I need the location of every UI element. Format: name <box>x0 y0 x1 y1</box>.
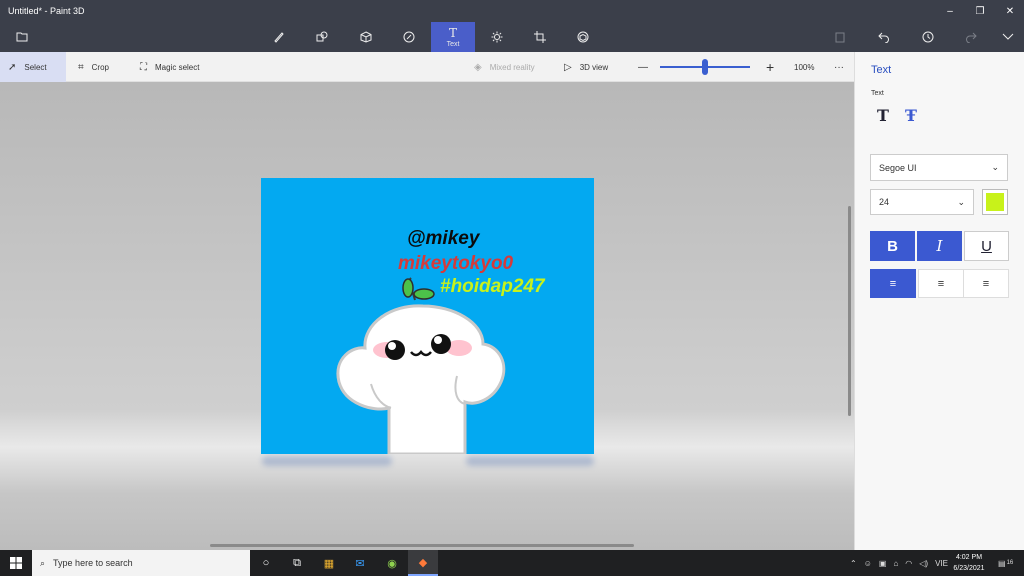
sticker-character <box>336 277 506 454</box>
clock-time: 4:02 PM <box>955 554 983 561</box>
canvas-text-mikey[interactable]: @mikey <box>407 228 479 250</box>
cursor-icon: ➚ <box>8 61 17 73</box>
store-icon[interactable]: ▦ <box>314 550 344 576</box>
2d-shapes-icon[interactable] <box>302 22 342 52</box>
expand-icon[interactable] <box>988 22 1024 52</box>
align-center-button[interactable]: ≡ <box>918 269 964 298</box>
text-icon: T <box>448 26 457 40</box>
history-icon[interactable] <box>908 22 948 52</box>
crop-label: Crop <box>91 62 109 72</box>
align-right-button[interactable]: ≡ <box>963 269 1009 298</box>
bold-button[interactable]: B <box>870 231 915 261</box>
select-label: Select <box>24 62 47 72</box>
text-panel: Text Text T Ŧ <box>854 52 1024 550</box>
security-icon[interactable]: ▣ <box>879 559 887 568</box>
font-value: Segoe UI <box>879 162 917 173</box>
menu-folder-icon[interactable] <box>2 22 42 52</box>
people-icon[interactable]: ☺ <box>864 559 872 568</box>
zoom-slider-thumb[interactable] <box>702 59 708 75</box>
text-color-fill <box>986 193 1004 211</box>
task-view-icon[interactable]: ⧉ <box>282 550 312 576</box>
effects-icon[interactable] <box>477 22 517 52</box>
network-icon[interactable]: ⌂ <box>893 559 898 568</box>
wifi-icon[interactable]: ◠ <box>905 559 912 568</box>
volume-icon[interactable]: ◁) <box>919 559 928 568</box>
canvas-icon[interactable] <box>520 22 560 52</box>
canvas-shadow-right <box>466 456 594 466</box>
more-options-button[interactable]: ··· <box>826 52 852 82</box>
stickers-icon[interactable] <box>389 22 429 52</box>
drawing-canvas[interactable]: @mikey mikeytokyo0 #hoidap247 <box>261 178 594 454</box>
system-tray: ⌃ ☺ ▣ ⌂ ◠ ◁) VIE <box>850 550 948 576</box>
taskbar: ⌕ Type here to search ○ ⧉ ▦ ✉ ◉ ◆ ⌃ ☺ ▣ … <box>0 550 1024 576</box>
3d-view-icon: ▷ <box>564 61 572 73</box>
underline-button[interactable]: U <box>964 231 1009 261</box>
taskbar-search[interactable]: ⌕ Type here to search <box>32 550 250 576</box>
canvas-shadow-left <box>262 456 392 466</box>
crop-button[interactable]: ⌗ Crop <box>70 52 117 82</box>
panel-subtitle: Text <box>871 90 884 97</box>
3d-shapes-icon[interactable] <box>346 22 386 52</box>
panel-title: Text <box>871 64 892 76</box>
3d-view-label: 3D view <box>579 62 609 72</box>
notification-icon: ▤ <box>998 558 1006 568</box>
mixed-reality-icon: ◈ <box>474 61 482 73</box>
search-icon: ⌕ <box>40 557 46 568</box>
restore-button[interactable]: ❐ <box>964 0 996 22</box>
chevron-down-icon: ⌄ <box>957 196 965 207</box>
mixed-reality-button[interactable]: ◈ Mixed reality <box>466 52 543 82</box>
clock[interactable]: 4:02 PM 6/23/2021 <box>944 552 994 574</box>
magic-select-icon: ⛶ <box>140 61 147 73</box>
start-button[interactable] <box>0 550 32 576</box>
canvas-text-mikeytokyo[interactable]: mikeytokyo0 <box>398 253 513 275</box>
minimize-button[interactable]: – <box>934 0 966 22</box>
chevron-down-icon: ⌄ <box>991 162 999 172</box>
2d-text-icon[interactable]: T <box>877 106 889 125</box>
font-size-value: 24 <box>879 197 890 207</box>
browser-icon[interactable]: ◉ <box>377 550 407 576</box>
crop-icon: ⌗ <box>78 61 84 73</box>
text-tool-button[interactable]: T Text <box>431 22 475 52</box>
window-title: Untitled* - Paint 3D <box>8 6 85 16</box>
brushes-icon[interactable] <box>259 22 299 52</box>
canvas-text-hoidap[interactable]: #hoidap247 <box>440 276 545 298</box>
italic-button[interactable]: I <box>917 231 962 261</box>
zoom-value: 100% <box>794 62 815 72</box>
3d-library-icon[interactable] <box>563 22 603 52</box>
align-left-button[interactable]: ≡ <box>870 269 916 298</box>
paint3d-taskbar-icon[interactable]: ◆ <box>408 550 438 576</box>
notification-center-button[interactable]: ▤ 16 <box>998 550 1013 576</box>
mail-icon[interactable]: ✉ <box>345 550 375 576</box>
redo-icon[interactable] <box>951 22 991 52</box>
font-dropdown[interactable]: Segoe UI ⌄ <box>870 154 1008 181</box>
text-color-swatch[interactable] <box>982 189 1008 215</box>
vertical-scrollbar[interactable] <box>848 206 851 416</box>
clock-date: 6/23/2021 <box>953 565 985 572</box>
paste-icon[interactable] <box>820 22 860 52</box>
magic-select-button[interactable]: ⛶ Magic select <box>132 52 207 82</box>
zoom-out-button[interactable]: — <box>630 52 656 82</box>
text-tool-label: Text <box>446 41 460 48</box>
cortana-icon[interactable]: ○ <box>251 550 281 576</box>
select-button[interactable]: ➚ Select <box>0 52 66 82</box>
magic-select-label: Magic select <box>155 62 200 72</box>
notification-count: 16 <box>1006 560 1014 566</box>
horizontal-scrollbar[interactable] <box>210 544 634 547</box>
mixed-reality-label: Mixed reality <box>489 62 535 72</box>
3d-text-icon[interactable]: Ŧ <box>905 106 917 125</box>
title-bar: Untitled* - Paint 3D – ❐ ✕ <box>0 0 1024 22</box>
search-placeholder: Type here to search <box>53 558 133 568</box>
close-button[interactable]: ✕ <box>994 0 1024 22</box>
undo-icon[interactable] <box>864 22 904 52</box>
tray-expand-icon[interactable]: ⌃ <box>850 559 857 568</box>
main-toolbar: T Text <box>0 22 1024 52</box>
3d-view-button[interactable]: ▷ 3D view <box>556 52 616 82</box>
windows-icon <box>10 557 22 569</box>
font-size-dropdown[interactable]: 24 ⌄ <box>870 189 974 215</box>
zoom-in-button[interactable]: + <box>758 52 782 82</box>
